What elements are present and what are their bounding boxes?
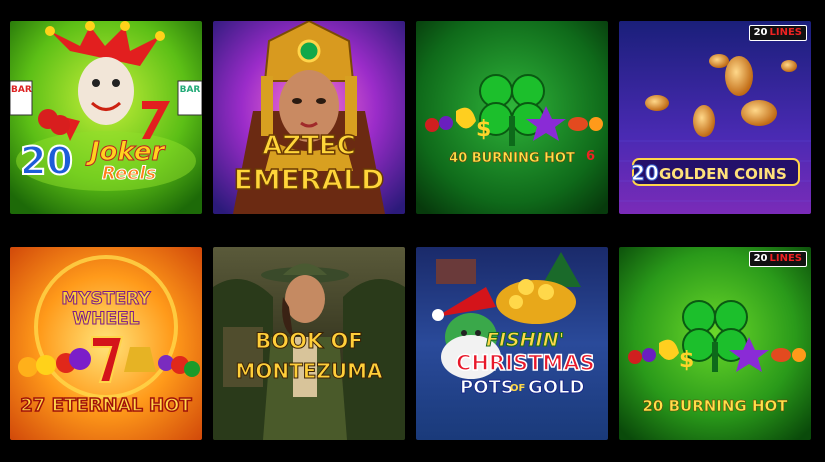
gold-title: GOLD bbox=[528, 377, 585, 399]
game-tile-book-of-montezuma[interactable]: BOOK OF MONTEZUMA bbox=[213, 247, 405, 440]
game-tile-fishin-christmas[interactable]: FISHIN' CHRISTMAS POTS OF GOLD bbox=[416, 247, 608, 440]
burning40-title: 40 BURNING HOT bbox=[449, 151, 575, 167]
burning20-title: 20 BURNING HOT bbox=[642, 397, 788, 416]
game-tile-40-burning-hot[interactable]: $ 40 BURNING HOT 6 bbox=[416, 21, 608, 214]
montezuma-title-line2: MONTEZUMA bbox=[235, 359, 383, 384]
aztec-title-line1: AZTEC bbox=[261, 130, 356, 162]
pots-title: POTS bbox=[460, 377, 515, 399]
game-tile-20-golden-coins[interactable]: 20 LINES 20 GOLDEN COINS bbox=[619, 21, 811, 214]
bar-symbol-left: BAR bbox=[11, 85, 32, 95]
golden-coins-artwork bbox=[619, 21, 811, 214]
montezuma-title-line1: BOOK OF bbox=[255, 329, 364, 354]
lines-badge: 20 LINES bbox=[748, 25, 807, 41]
lines-badge: 20 LINES bbox=[748, 251, 807, 267]
svg-text:$: $ bbox=[679, 348, 694, 373]
christmas-title: CHRISTMAS bbox=[455, 350, 595, 376]
game-tile-27-eternal-hot[interactable]: MYSTERY WHEEL 27 ETERNAL HOT bbox=[10, 247, 202, 440]
joker-number: 20 bbox=[19, 138, 74, 184]
svg-text:$: $ bbox=[476, 117, 491, 142]
burning40-six: 6 bbox=[586, 149, 596, 164]
bar-symbol-right: BAR bbox=[179, 85, 201, 95]
of-title: OF bbox=[510, 383, 526, 394]
golden-title: GOLDEN COINS bbox=[659, 165, 787, 183]
wheel-title: WHEEL bbox=[72, 309, 140, 330]
joker-reels-artwork bbox=[10, 21, 202, 214]
eternal-hot-title: 27 ETERNAL HOT bbox=[20, 394, 193, 417]
burning-hot-40-artwork: $ bbox=[416, 21, 608, 214]
aztec-title-line2: EMERALD bbox=[233, 162, 385, 197]
fishin-title: FISHIN' bbox=[485, 329, 565, 352]
joker-subtitle: Reels bbox=[101, 163, 157, 185]
game-tile-20-burning-hot[interactable]: $ 20 LINES 20 BURNING HOT bbox=[619, 247, 811, 440]
mystery-title: MYSTERY bbox=[61, 289, 151, 310]
game-tile-aztec-emerald[interactable]: AZTEC EMERALD bbox=[213, 21, 405, 214]
game-tile-20-joker-reels[interactable]: 20 Joker Reels BAR BAR bbox=[10, 21, 202, 214]
golden-number: 20 bbox=[631, 161, 660, 186]
